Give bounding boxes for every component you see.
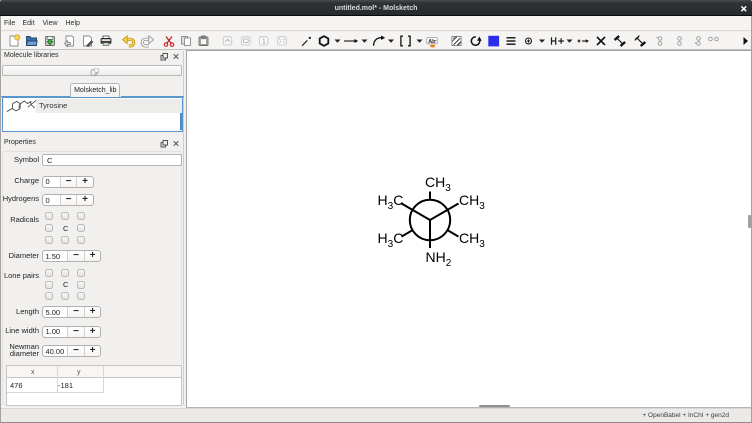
svg-text:Ab: Ab — [428, 39, 436, 45]
svg-text:CH3: CH3 — [459, 230, 485, 250]
svg-text:H3C: H3C — [378, 192, 404, 212]
svg-text:NH2: NH2 — [426, 249, 452, 269]
svg-text:CH3: CH3 — [425, 174, 451, 194]
svg-text:CH3: CH3 — [459, 192, 485, 212]
svg-text:H3C: H3C — [378, 230, 404, 250]
